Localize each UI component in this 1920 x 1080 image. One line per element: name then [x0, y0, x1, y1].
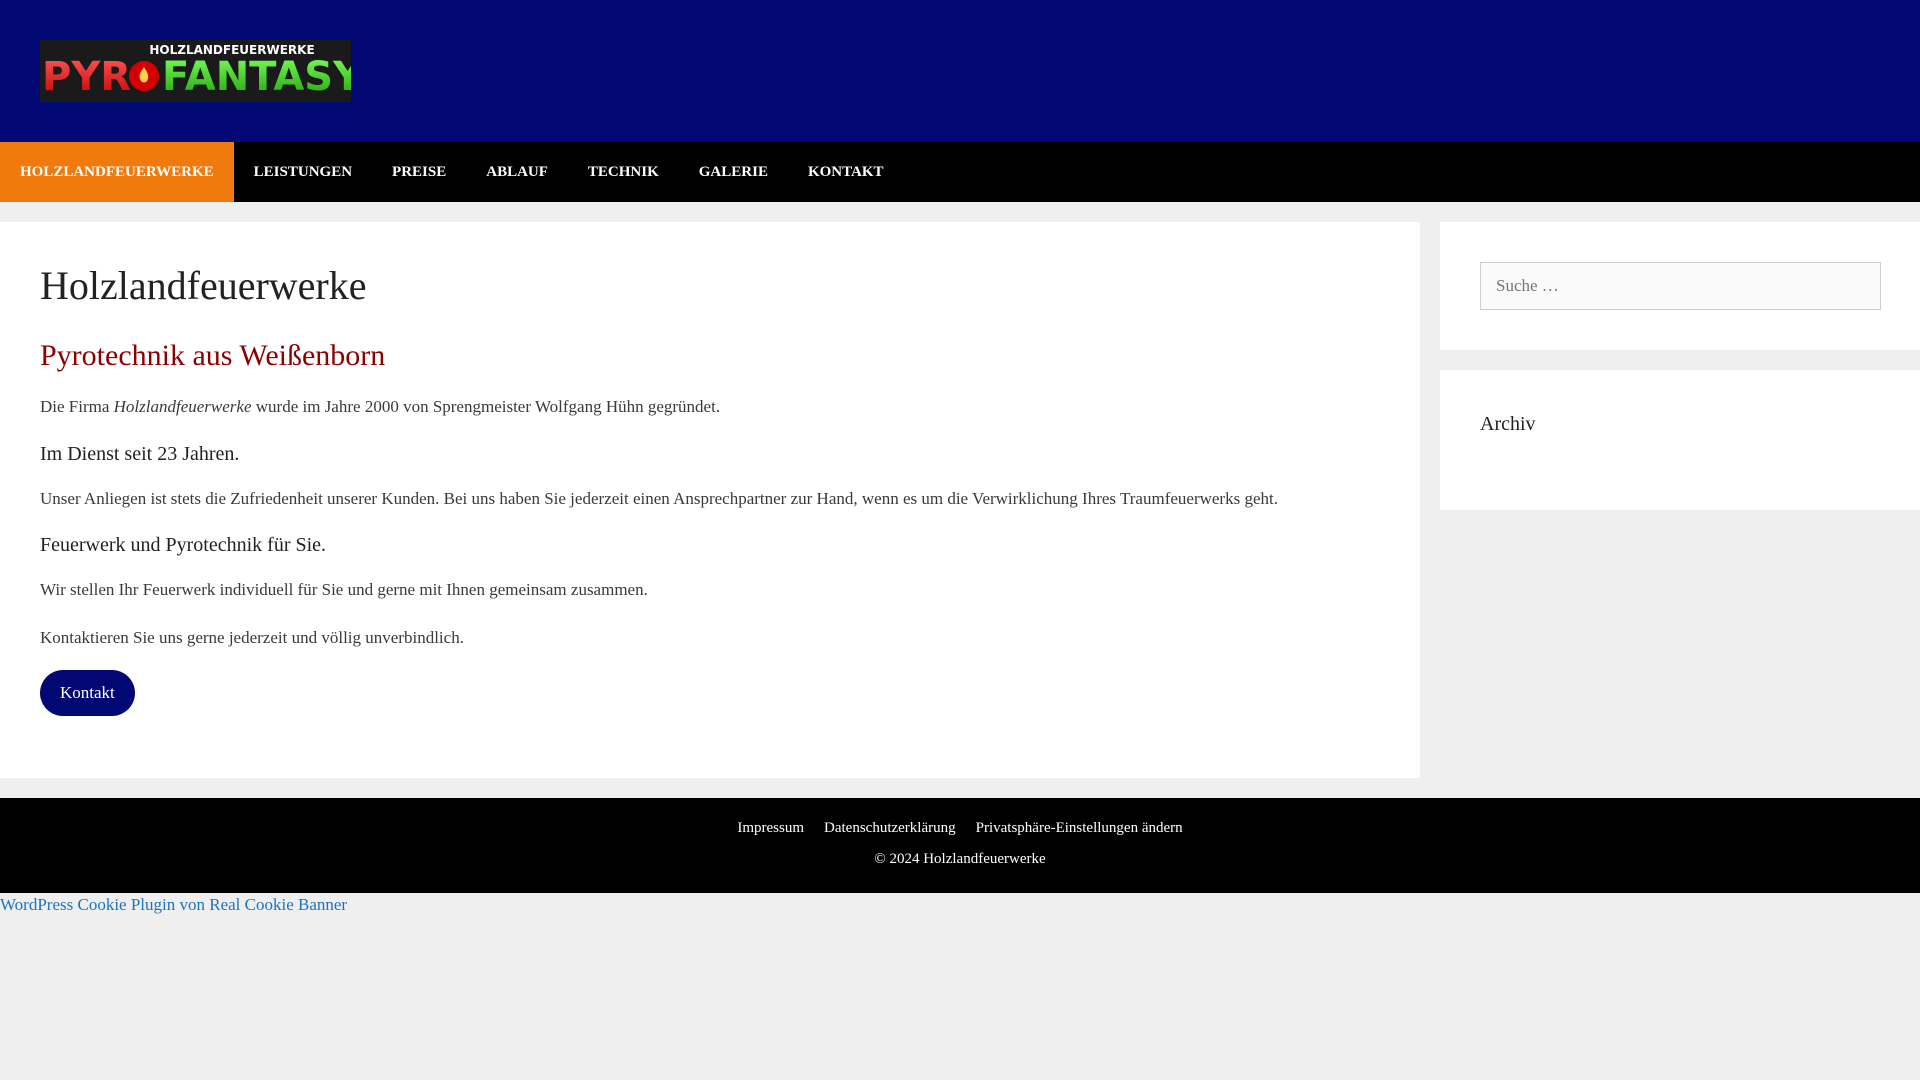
main-navigation: Holzlandfeuerwerke Leistungen Preise Abl…	[0, 142, 1920, 202]
paragraph-concern: Unser Anliegen ist stets die Zufriedenhe…	[40, 488, 1278, 508]
nav-item-galerie[interactable]: Galerie	[679, 142, 788, 202]
footer-link-datenschutz[interactable]: Datenschutzerklärung	[824, 820, 956, 837]
company-name-emphasis: Holzlandfeuerwerke	[113, 397, 252, 416]
footer-link-impressum[interactable]: Impressum	[737, 820, 804, 837]
kontakt-button[interactable]: Kontakt	[40, 670, 135, 716]
main-content: Holzlandfeuerwerke Pyrotechnik aus Weiße…	[0, 222, 1420, 778]
nav-item-kontakt[interactable]: Kontakt	[788, 142, 904, 202]
page-subtitle: Pyrotechnik aus Weißenborn	[40, 339, 386, 372]
nav-item-ablauf[interactable]: Ablauf	[466, 142, 568, 202]
logo-right-text: FANTASY	[162, 54, 351, 100]
copyright: © 2024 Holzlandfeuerwerke	[874, 851, 1046, 867]
site-footer: Impressum Datenschutzerklärung Privatsph…	[0, 798, 1920, 893]
nav-item-technik[interactable]: Technik	[568, 142, 679, 202]
section-heading-fireworks: Feuerwerk und Pyrotechnik für Sie.	[40, 534, 327, 556]
intro-text-before: Die Firma	[40, 397, 114, 416]
search-widget	[1440, 222, 1920, 350]
paragraph-individual: Wir stellen Ihr Feuerwerk individuell fü…	[40, 580, 648, 599]
search-input[interactable]	[1480, 262, 1881, 310]
intro-text-after: wurde im Jahre 2000 von Sprengmeister Wo…	[251, 397, 721, 416]
page-title: Holzlandfeuerwerke	[40, 263, 367, 308]
site-header: HOLZLANDFEUERWERKE PYR FANTASY	[0, 0, 1920, 142]
paragraph-contact: Kontaktieren Sie uns gerne jederzeit und…	[40, 627, 464, 647]
nav-item-holzlandfeuerwerke[interactable]: Holzlandfeuerwerke	[0, 142, 234, 202]
footer-links: Impressum Datenschutzerklärung Privatsph…	[0, 820, 1920, 837]
nav-item-preise[interactable]: Preise	[372, 142, 466, 202]
section-heading-service: Im Dienst seit 23 Jahren.	[40, 442, 240, 465]
archive-widget: Archiv	[1440, 370, 1920, 510]
cookie-plugin-link[interactable]: WordPress Cookie Plugin von Real Cookie …	[0, 895, 347, 915]
nav-item-leistungen[interactable]: Leistungen	[234, 142, 372, 202]
intro-paragraph: Die Firma Holzlandfeuerwerke wurde im Ja…	[40, 394, 1380, 420]
logo-left-text: PYR	[42, 54, 131, 100]
archive-title: Archiv	[1480, 413, 1536, 435]
site-logo[interactable]: HOLZLANDFEUERWERKE PYR FANTASY	[40, 40, 351, 102]
footer-link-privacy-settings[interactable]: Privatsphäre-Einstellungen ändern	[976, 820, 1183, 837]
